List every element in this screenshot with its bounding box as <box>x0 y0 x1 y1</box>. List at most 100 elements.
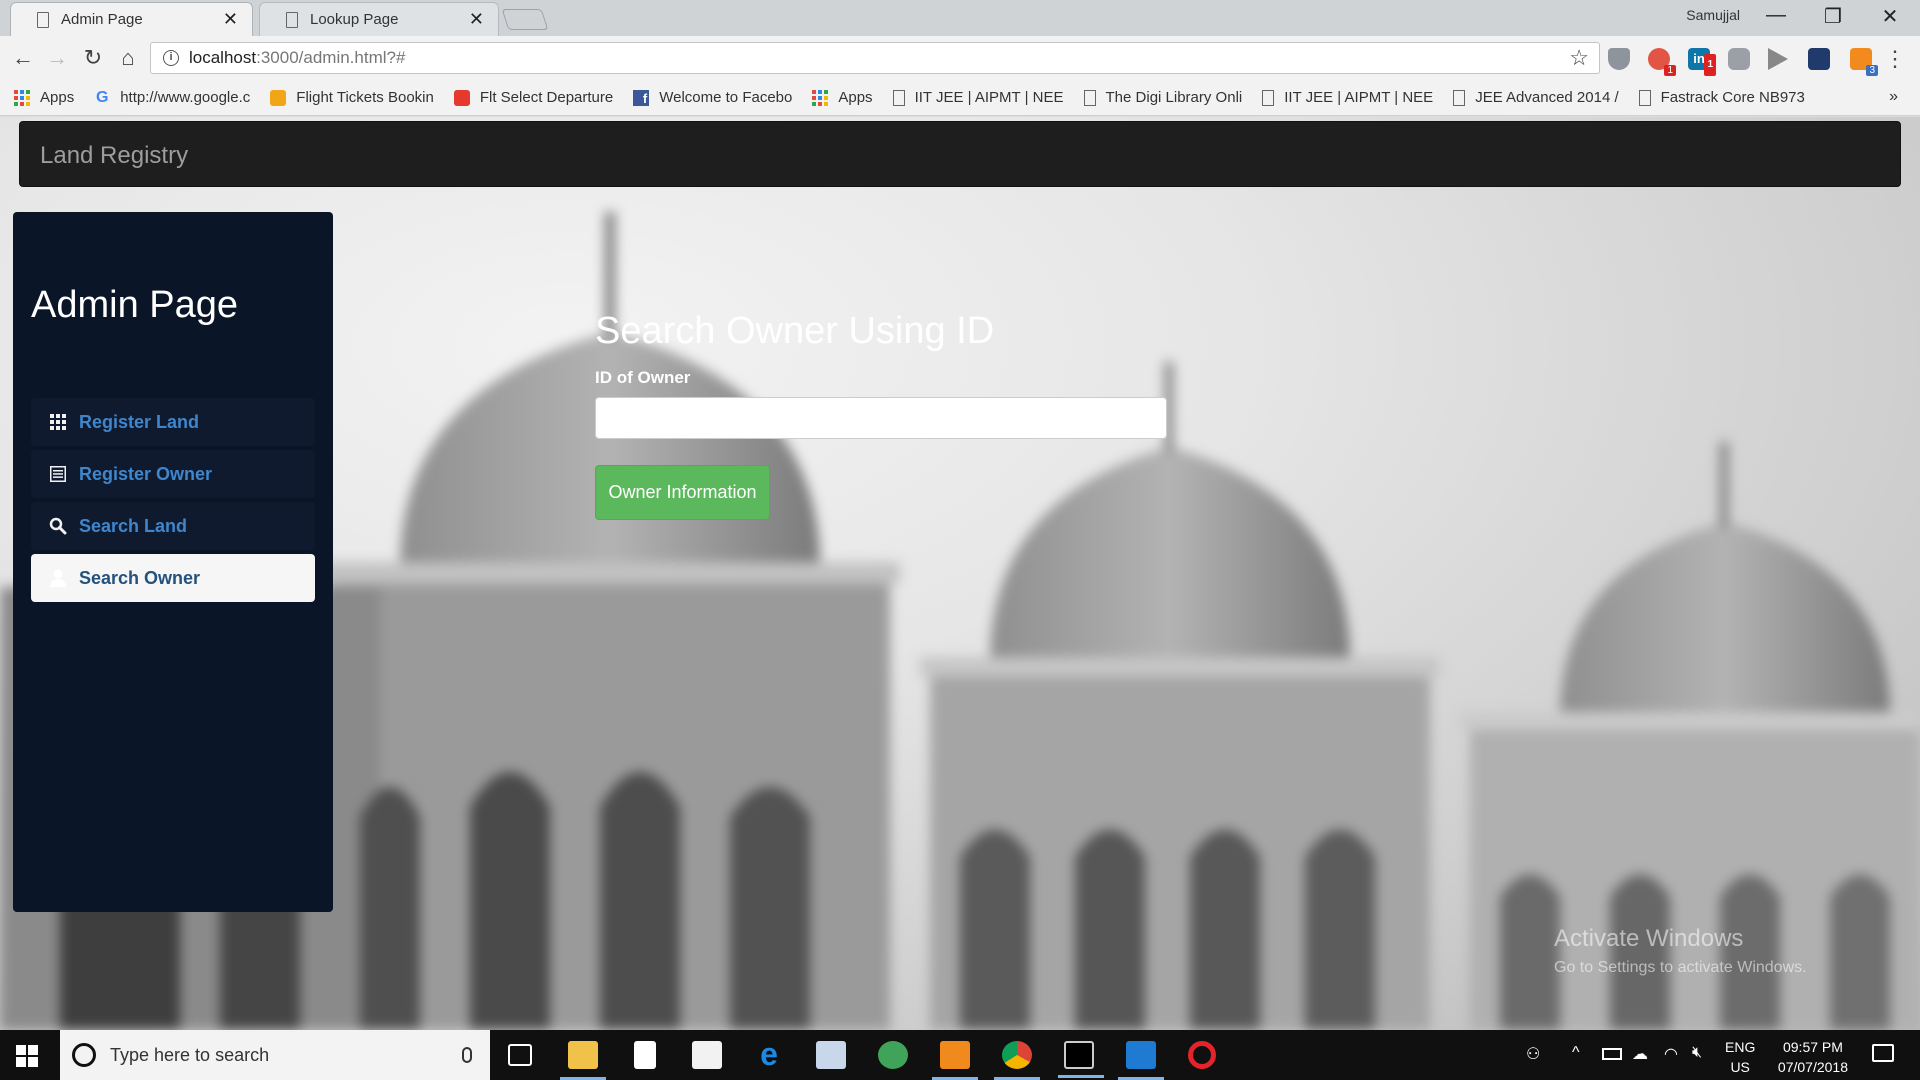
extension-icon[interactable] <box>1808 48 1830 70</box>
bookmark-facebook[interactable]: f Welcome to Facebo <box>633 89 792 106</box>
sidebar-item-label: Register Land <box>79 411 200 432</box>
url-host: localhost <box>189 48 257 67</box>
address-bar[interactable]: i localhost:3000/admin.html?# ☆ <box>150 42 1600 74</box>
forward-button[interactable]: → <box>43 45 71 71</box>
action-center-icon[interactable] <box>1872 1044 1894 1062</box>
bookmark-label: IIT JEE | AIPMT | NEE <box>1284 89 1434 106</box>
battery-icon[interactable] <box>1602 1048 1622 1060</box>
url-text[interactable]: localhost:3000/admin.html?# <box>189 48 1569 68</box>
info-icon[interactable]: i <box>163 50 179 66</box>
bookmark-fastrack[interactable]: Fastrack Core NB973 <box>1638 89 1805 106</box>
brand-title[interactable]: Land Registry <box>40 142 188 170</box>
sublime-icon[interactable] <box>932 1041 978 1080</box>
input-language[interactable]: ENG US <box>1725 1037 1755 1077</box>
tab-strip: Admin Page ✕ Lookup Page ✕ Samujjal — ❐ … <box>0 0 1920 36</box>
bookmark-label: Flt Select Departure <box>479 89 614 106</box>
page-icon <box>286 11 298 28</box>
volume-muted-icon[interactable]: 🔇︎ <box>1692 1044 1702 1062</box>
task-view-icon[interactable] <box>508 1044 532 1066</box>
reload-button[interactable]: ↻ <box>79 45 107 71</box>
restore-button[interactable]: ❐ <box>1813 4 1853 29</box>
tab-lookup-page[interactable]: Lookup Page ✕ <box>259 2 499 36</box>
minimize-button[interactable]: — <box>1756 4 1796 27</box>
makemytrip-icon <box>453 89 470 106</box>
bookmark-iit-jee-2[interactable]: IIT JEE | AIPMT | NEE <box>1262 89 1433 106</box>
chrome-menu-icon[interactable]: ⋮ <box>1884 46 1906 72</box>
bookmark-digi-library[interactable]: The Digi Library Onli <box>1083 89 1243 106</box>
notepad-icon[interactable] <box>634 1041 656 1069</box>
bookmark-apps-2[interactable]: Apps <box>812 89 873 106</box>
user-icon <box>49 569 67 587</box>
bookmark-google[interactable]: G http://www.google.c <box>94 89 250 106</box>
owner-id-input[interactable] <box>595 397 1167 439</box>
onedrive-icon[interactable]: ☁ <box>1632 1044 1648 1064</box>
bookmark-label: Welcome to Facebo <box>659 89 793 106</box>
home-button[interactable]: ⌂ <box>114 45 142 71</box>
page-icon <box>1453 89 1466 106</box>
taskbar-search-placeholder: Type here to search <box>110 1044 270 1065</box>
terminal-icon[interactable] <box>1058 1041 1104 1078</box>
linkedin-icon[interactable]: in 1 <box>1688 48 1716 76</box>
flight-icon <box>270 89 287 106</box>
tab-admin-page[interactable]: Admin Page ✕ <box>10 2 253 36</box>
taskbar-search-box[interactable]: Type here to search <box>60 1030 490 1080</box>
close-window-button[interactable]: ✕ <box>1870 4 1910 29</box>
apps-icon <box>812 89 829 106</box>
bookmark-flight-tickets[interactable]: Flight Tickets Bookin <box>270 89 434 106</box>
page-icon <box>1638 89 1651 106</box>
profile-name[interactable]: Samujjal <box>1686 7 1740 23</box>
people-icon[interactable]: ⚇ <box>1526 1044 1540 1064</box>
extension-icon[interactable]: 1 <box>1648 48 1676 76</box>
bookmark-star-icon[interactable]: ☆ <box>1569 45 1589 71</box>
owner-id-label: ID of Owner <box>595 368 691 387</box>
sidebar-item-search-land[interactable]: Search Land <box>31 502 315 550</box>
sidebar-item-search-owner[interactable]: Search Owner <box>31 554 315 602</box>
bookmark-flt-select[interactable]: Flt Select Departure <box>453 89 614 106</box>
show-hidden-icons-chevron-icon[interactable]: ^ <box>1572 1044 1580 1062</box>
bookmarks-overflow-button[interactable]: » <box>1889 88 1898 106</box>
page-icon <box>1083 89 1096 106</box>
browser-toolbar: ← → ↻ ⌂ i localhost:3000/admin.html?# ☆ … <box>0 36 1920 80</box>
bookmark-label: IIT JEE | AIPMT | NEE <box>914 89 1064 106</box>
clock-time: 09:57 PM <box>1782 1039 1843 1055</box>
bookmark-iit-jee[interactable]: IIT JEE | AIPMT | NEE <box>892 89 1064 106</box>
tab-title: Admin Page <box>61 11 143 28</box>
top-navbar: Land Registry <box>19 121 1901 187</box>
play-extension-icon[interactable] <box>1768 48 1788 70</box>
sidebar-item-register-land[interactable]: Register Land <box>31 398 315 446</box>
edge-icon[interactable]: e <box>754 1038 784 1070</box>
sidebar-item-label: Register Owner <box>79 463 213 484</box>
close-tab-icon[interactable]: ✕ <box>469 9 484 30</box>
extension-icon[interactable] <box>1728 48 1750 70</box>
chrome-icon[interactable] <box>994 1041 1040 1080</box>
bookmark-label: The Digi Library Onli <box>1105 89 1243 106</box>
system-clock[interactable]: 09:57 PM 07/07/2018 <box>1778 1037 1848 1077</box>
sidebar-item-register-owner[interactable]: Register Owner <box>31 450 315 498</box>
watermark-title: Activate Windows <box>1554 925 1744 952</box>
back-button[interactable]: ← <box>9 45 37 71</box>
new-tab-button[interactable] <box>501 9 549 30</box>
grid-icon <box>49 413 67 431</box>
opera-icon[interactable] <box>1188 1041 1216 1069</box>
app-icon[interactable] <box>816 1041 846 1069</box>
google-icon: G <box>95 88 109 106</box>
bookmark-apps[interactable]: Apps <box>14 89 74 106</box>
wifi-icon[interactable]: ◠ <box>1664 1044 1678 1064</box>
owner-information-button[interactable]: Owner Information <box>595 465 770 520</box>
extension-icon[interactable]: 3 <box>1850 48 1878 76</box>
cortana-icon[interactable] <box>72 1043 96 1067</box>
bookmark-jee-advanced[interactable]: JEE Advanced 2014 / <box>1453 89 1619 106</box>
bookmark-label: http://www.google.c <box>120 89 251 106</box>
microphone-icon[interactable] <box>462 1047 472 1063</box>
windows-taskbar: Type here to search e ⚇ ^ ☁ ◠ 🔇︎ ENG US … <box>0 1030 1920 1080</box>
vscode-icon[interactable] <box>1118 1041 1164 1080</box>
atom-icon[interactable] <box>878 1041 908 1069</box>
bookmark-label: Apps <box>838 89 873 106</box>
close-tab-icon[interactable]: ✕ <box>223 9 238 30</box>
windows-start-icon[interactable] <box>16 1045 38 1067</box>
sidebar-item-label: Search Land <box>79 515 188 536</box>
shield-extension-icon[interactable] <box>1608 48 1630 70</box>
file-explorer-icon[interactable] <box>560 1041 606 1080</box>
sidebar-item-label: Search Owner <box>79 567 201 588</box>
store-icon[interactable] <box>692 1041 722 1069</box>
